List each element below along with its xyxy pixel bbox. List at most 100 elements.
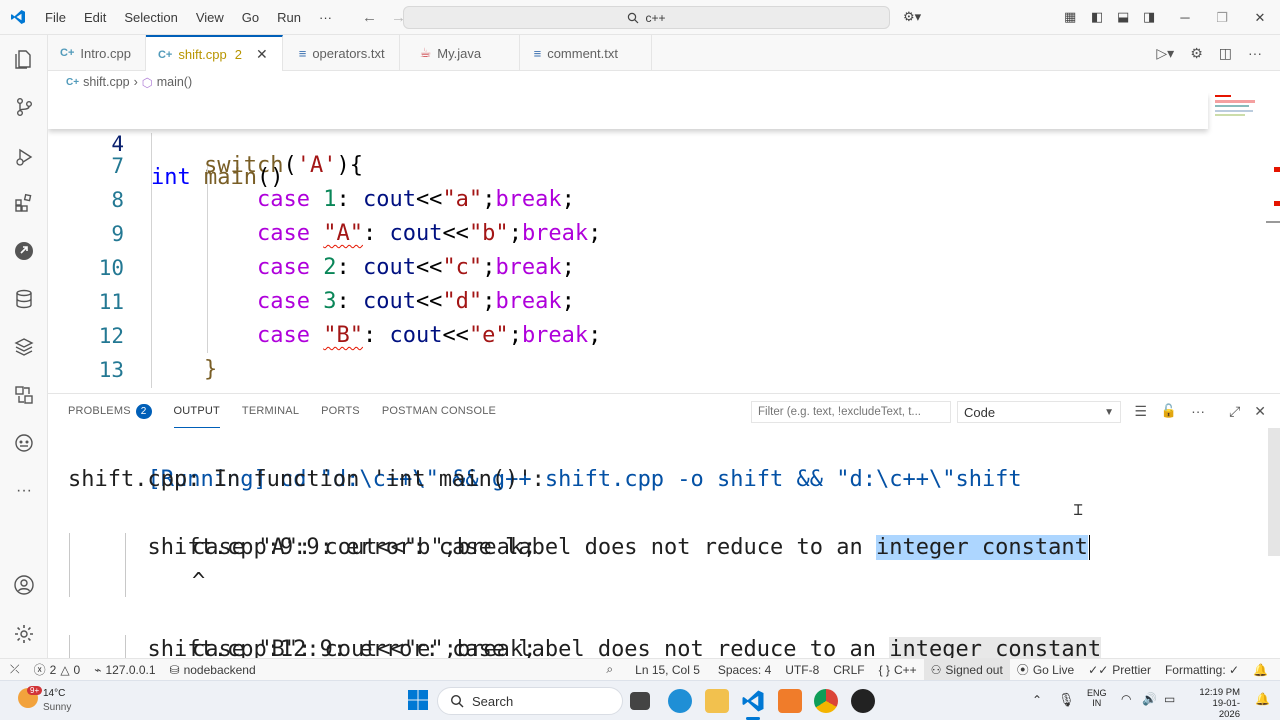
lock-scroll-icon[interactable]: 🔓 bbox=[1161, 403, 1177, 419]
code-token: case bbox=[256, 255, 310, 280]
tab-terminal[interactable]: TERMINAL bbox=[242, 394, 299, 428]
remote-indicator-icon[interactable]: ⤫ bbox=[0, 659, 27, 681]
output-channel-select[interactable]: Code ▼ bbox=[957, 401, 1121, 423]
tab-my-java[interactable]: ☕ My.java bbox=[400, 35, 520, 71]
split-editor-icon[interactable]: ◫ bbox=[1219, 45, 1232, 62]
source-control-icon[interactable] bbox=[12, 95, 36, 119]
customize-layout-icon[interactable]: ▦ bbox=[1064, 9, 1076, 25]
minimap[interactable] bbox=[1211, 93, 1261, 123]
vscode-taskbar-icon[interactable] bbox=[741, 689, 765, 713]
encoding[interactable]: UTF-8 bbox=[778, 659, 826, 681]
clock[interactable]: 12:19 PM 19-01-2026 bbox=[1192, 687, 1240, 720]
code-editor[interactable]: 4 int main() 6 7 switch('A'){8 case 1: c… bbox=[48, 93, 1280, 393]
more-actions-icon[interactable]: ··· bbox=[1248, 45, 1262, 61]
taskbar-search[interactable]: Search bbox=[437, 687, 623, 715]
tab-problems[interactable]: PROBLEMS 2 bbox=[68, 394, 152, 428]
remote-explorer-icon[interactable] bbox=[12, 239, 36, 263]
go-live-button[interactable]: ⦿ Go Live bbox=[1010, 659, 1081, 681]
input-language[interactable]: ENG IN bbox=[1087, 688, 1107, 708]
problems-count-badge: 2 bbox=[135, 403, 152, 419]
tab-postman-console[interactable]: POSTMAN CONSOLE bbox=[382, 394, 496, 428]
account-icon[interactable] bbox=[12, 573, 36, 597]
code-token: break bbox=[495, 187, 562, 212]
menu-selection[interactable]: Selection bbox=[115, 0, 186, 35]
search-label: Search bbox=[472, 693, 514, 709]
layers-icon[interactable] bbox=[12, 335, 36, 359]
menu-go[interactable]: Go bbox=[233, 0, 268, 35]
host-status[interactable]: ⌁ 127.0.0.1 bbox=[87, 659, 162, 681]
close-window-button[interactable]: ✕ bbox=[1240, 0, 1280, 35]
gear-icon[interactable]: ⚙ bbox=[1190, 45, 1203, 62]
chrome-icon[interactable] bbox=[814, 689, 838, 713]
github-copilot-icon[interactable] bbox=[12, 431, 36, 455]
settings-gear-icon[interactable] bbox=[12, 622, 36, 646]
microphone-icon[interactable]: 🎙 bbox=[1058, 692, 1075, 708]
wifi-icon[interactable]: ◠ bbox=[1121, 692, 1131, 706]
menu-more[interactable]: ··· bbox=[310, 0, 341, 35]
chevron-up-icon[interactable]: ⌃ bbox=[1032, 693, 1042, 707]
output-scrollbar[interactable] bbox=[1268, 428, 1280, 556]
restore-button[interactable]: ❐ bbox=[1202, 0, 1242, 35]
explorer-icon[interactable] bbox=[12, 47, 36, 71]
maximize-panel-icon[interactable]: ⤢ bbox=[1229, 403, 1240, 420]
clear-output-icon[interactable]: ☰ bbox=[1134, 403, 1147, 420]
output-filter-input[interactable] bbox=[751, 401, 951, 423]
code-token: () bbox=[256, 165, 284, 190]
sticky-scroll-header[interactable]: 4 int main() bbox=[48, 93, 1208, 190]
prettier-status[interactable]: ✓✓ Prettier bbox=[1081, 659, 1158, 681]
extensions-icon[interactable] bbox=[12, 191, 36, 215]
formatting-status[interactable]: Formatting: ✓ bbox=[1158, 659, 1246, 681]
run-code-icon[interactable]: ▷▾ bbox=[1156, 45, 1174, 62]
more-actions-icon[interactable]: ··· bbox=[1191, 403, 1205, 419]
toggle-panel-icon[interactable]: ⬓ bbox=[1117, 9, 1129, 25]
file-explorer-icon[interactable] bbox=[705, 689, 729, 713]
close-panel-icon[interactable]: ✕ bbox=[1254, 403, 1266, 420]
notifications-bell-icon[interactable]: 🔔 bbox=[1246, 659, 1280, 681]
output-line: case "B": cout<<"e";break; bbox=[192, 637, 537, 658]
account-status[interactable]: ⚇ Signed out bbox=[923, 658, 1010, 681]
code-token: ( bbox=[283, 153, 297, 178]
windows-start-icon[interactable] bbox=[407, 689, 431, 713]
indentation[interactable]: Spaces: 4 bbox=[711, 659, 778, 681]
command-center-search[interactable]: c++ bbox=[403, 6, 890, 29]
line-ending[interactable]: CRLF bbox=[826, 659, 871, 681]
battery-icon[interactable]: ▭ bbox=[1164, 692, 1175, 706]
run-debug-icon[interactable] bbox=[12, 145, 36, 169]
volume-icon[interactable]: 🔊 bbox=[1142, 692, 1157, 706]
tab-ports[interactable]: PORTS bbox=[321, 394, 360, 428]
weather-temp[interactable]: 14°C bbox=[43, 688, 65, 699]
live-share-icon[interactable] bbox=[12, 383, 36, 407]
cursor-position[interactable]: Ln 15, Col 5 bbox=[628, 659, 707, 681]
task-view-icon[interactable] bbox=[630, 692, 650, 710]
edge-browser-icon[interactable] bbox=[668, 689, 692, 713]
tab-problem-count: 2 bbox=[234, 47, 242, 62]
menu-edit[interactable]: Edit bbox=[75, 0, 115, 35]
tab-intro-cpp[interactable]: C+ Intro.cpp bbox=[48, 35, 146, 71]
language-mode[interactable]: { } C++ bbox=[872, 659, 924, 681]
copilot-icon[interactable]: ⚙▾ bbox=[903, 9, 921, 25]
zoom-icon[interactable]: ⌕ bbox=[599, 659, 620, 681]
close-icon[interactable]: ✕ bbox=[256, 46, 268, 63]
xampp-icon[interactable] bbox=[778, 689, 802, 713]
breadcrumb-symbol[interactable]: main() bbox=[157, 75, 192, 89]
breadcrumb-file[interactable]: shift.cpp bbox=[83, 75, 130, 89]
tab-comment-txt[interactable]: ≡ comment.txt bbox=[520, 35, 652, 71]
backend-status[interactable]: ⛁ nodebackend bbox=[163, 659, 263, 681]
menu-file[interactable]: File bbox=[36, 0, 75, 35]
code-token: cout bbox=[362, 289, 416, 314]
menu-run[interactable]: Run bbox=[268, 0, 310, 35]
database-icon[interactable] bbox=[12, 287, 36, 311]
minimize-button[interactable]: ─ bbox=[1165, 0, 1205, 35]
problems-status[interactable]: ⓧ 2 △ 0 bbox=[27, 659, 88, 681]
notification-bell-icon[interactable]: 🔔 bbox=[1255, 692, 1270, 706]
toggle-sidebar-icon[interactable]: ◧ bbox=[1091, 9, 1103, 25]
tab-shift-cpp[interactable]: C+ shift.cpp 2 ✕ bbox=[145, 35, 283, 72]
back-arrow-icon[interactable]: ← bbox=[355, 9, 384, 26]
tab-output[interactable]: OUTPUT bbox=[173, 394, 220, 428]
tab-operators-txt[interactable]: ≡ operators.txt bbox=[283, 35, 400, 71]
github-desktop-icon[interactable] bbox=[851, 689, 875, 713]
toggle-secondary-sidebar-icon[interactable]: ◨ bbox=[1143, 9, 1155, 25]
more-views-icon[interactable]: ··· bbox=[12, 479, 36, 503]
menu-view[interactable]: View bbox=[187, 0, 233, 35]
